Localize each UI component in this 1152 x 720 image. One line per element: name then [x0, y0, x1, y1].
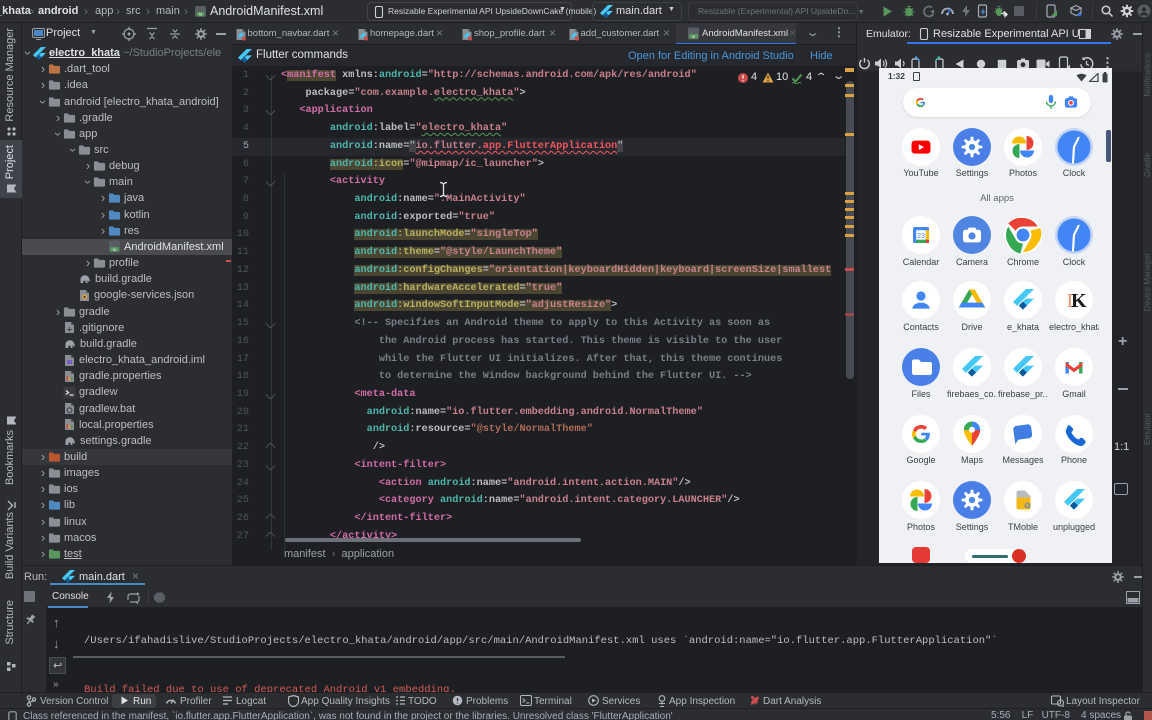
svg-text:M: M	[692, 35, 695, 39]
svg-text:M: M	[199, 13, 202, 17]
svg-text:M: M	[113, 248, 116, 252]
